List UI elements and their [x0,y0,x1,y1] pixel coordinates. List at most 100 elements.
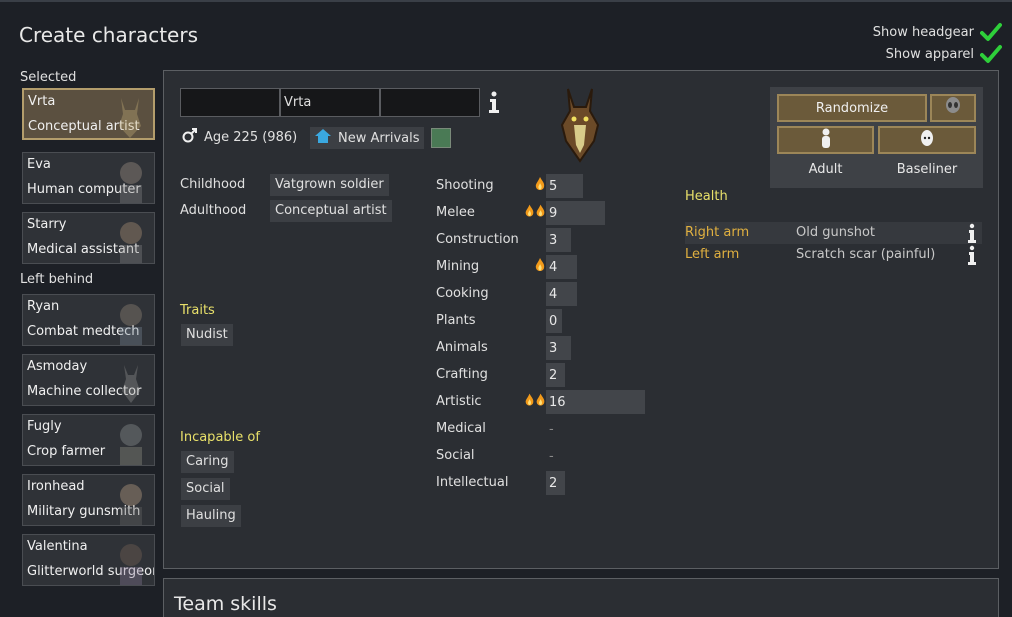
skill-name: Animals [436,340,488,355]
skill-row[interactable]: Artistic 16 [436,390,646,414]
pawn-portrait-icon [114,157,148,203]
pawn-card-ryan[interactable]: Ryan Combat medtech [22,294,155,346]
pawn-name: Ryan [27,299,60,314]
skill-value: 3 [549,233,558,248]
team-skills-panel: Team skills [163,578,999,617]
skill-value: 5 [549,179,558,194]
pawn-name: Asmoday [27,359,88,374]
pawn-card-starry[interactable]: Starry Medical assistant [22,212,155,264]
trait-tag[interactable]: Nudist [181,324,233,346]
pawn-portrait-icon [114,539,148,585]
skill-row[interactable]: Cooking 4 [436,282,636,306]
baseliner-head-icon [920,129,934,151]
pawn-card-asmoday[interactable]: Asmoday Machine collector [22,354,155,406]
major-passion-icon[interactable] [524,392,546,412]
checkmark-icon [980,22,1002,42]
faction-button[interactable]: New Arrivals [310,127,424,149]
adulthood-label: Adulthood [180,203,247,218]
home-icon [314,128,332,148]
major-passion-icon[interactable] [524,203,546,223]
incapable-tag[interactable]: Social [181,478,230,500]
team-skills-heading: Team skills [174,593,277,615]
pawn-card-fugly[interactable]: Fugly Crop farmer [22,414,155,466]
skill-row[interactable]: Animals 3 [436,336,636,360]
info-icon[interactable] [967,245,977,265]
pawn-card-valentina[interactable]: Valentina Glitterworld surgeon [22,534,155,586]
skill-name: Crafting [436,367,488,382]
show-headgear-toggle[interactable]: Show headgear [873,22,1002,42]
skill-value: 2 [549,368,558,383]
pawn-card-vrta[interactable]: Vrta Conceptual artist [22,88,155,140]
skill-row[interactable]: Melee 9 [436,201,636,225]
skill-name: Medical [436,421,486,436]
pawn-portrait-icon [114,299,148,345]
minor-passion-icon[interactable] [524,176,546,196]
nickname-field[interactable]: Vrta [280,88,380,117]
childhood-label: Childhood [180,177,246,192]
xenotype-button[interactable] [878,126,976,154]
randomize-button[interactable]: Randomize [777,94,927,122]
baseliner-label: Baseliner [896,162,958,177]
condition-label: Scratch scar (painful) [796,247,936,262]
skill-value: 3 [549,341,558,356]
skill-row[interactable]: Shooting 5 [436,174,636,198]
pawn-portrait-icon [114,479,148,525]
skill-row[interactable]: Intellectual 2 [436,471,636,495]
skill-value: - [549,422,554,437]
first-name-field[interactable] [180,88,280,117]
body-part-label: Right arm [685,225,750,240]
pawn-name: Starry [27,217,67,232]
health-heading: Health [685,189,728,204]
age-display[interactable]: Age 225 (986) [182,127,297,147]
xenotype-alien-button[interactable] [930,94,976,122]
skill-value: 4 [549,287,558,302]
skill-name: Cooking [436,286,489,301]
favorite-color-swatch[interactable] [431,128,451,148]
skill-row[interactable]: Mining 4 [436,255,636,279]
health-row[interactable]: Right arm Old gunshot [685,222,982,244]
show-apparel-label: Show apparel [885,46,974,62]
left-behind-section-label: Left behind [20,272,94,287]
selected-section-label: Selected [20,70,77,85]
adulthood-backstory-tag[interactable]: Conceptual artist [270,200,392,222]
skill-name: Melee [436,205,475,220]
skill-name: Mining [436,259,480,274]
age-label: Age 225 (986) [204,129,298,145]
skill-value: 16 [549,395,566,410]
incapable-tag[interactable]: Caring [181,451,234,473]
skill-name: Plants [436,313,476,328]
skill-row[interactable]: Social - [436,444,636,468]
male-gender-icon [182,127,198,147]
pawn-name: Vrta [28,94,56,109]
incapable-heading: Incapable of [180,430,260,445]
info-icon[interactable] [967,223,977,243]
skill-name: Shooting [436,178,494,193]
skill-row[interactable]: Crafting 2 [436,363,636,387]
pawn-role: Crop farmer [27,444,106,459]
randomize-panel: Randomize Adult Baseliner [770,87,983,188]
minor-passion-icon[interactable] [524,257,546,277]
page-title: Create characters [19,23,199,47]
info-icon[interactable] [488,91,500,113]
last-name-field[interactable] [380,88,480,117]
development-stage-button[interactable] [777,126,874,154]
skill-name: Construction [436,232,519,247]
pawn-name: Eva [27,157,51,172]
skill-name: Social [436,448,475,463]
childhood-backstory-tag[interactable]: Vatgrown soldier [270,174,389,196]
body-part-label: Left arm [685,247,740,262]
incapable-tag[interactable]: Hauling [181,505,241,527]
skill-value: 4 [549,260,558,275]
skill-name: Intellectual [436,475,509,490]
show-apparel-toggle[interactable]: Show apparel [886,44,1002,64]
skill-row[interactable]: Construction 3 [436,228,636,252]
skill-row[interactable]: Plants 0 [436,309,636,333]
health-row[interactable]: Left arm Scratch scar (painful) [685,244,982,266]
show-headgear-label: Show headgear [872,24,974,40]
alien-head-icon [945,97,961,119]
pawn-portrait-icon [114,217,148,263]
skill-row[interactable]: Medical - [436,417,636,441]
traits-heading: Traits [180,303,215,318]
pawn-card-ironhead[interactable]: Ironhead Military gunsmith [22,474,155,526]
pawn-card-eva[interactable]: Eva Human computer [22,152,155,204]
